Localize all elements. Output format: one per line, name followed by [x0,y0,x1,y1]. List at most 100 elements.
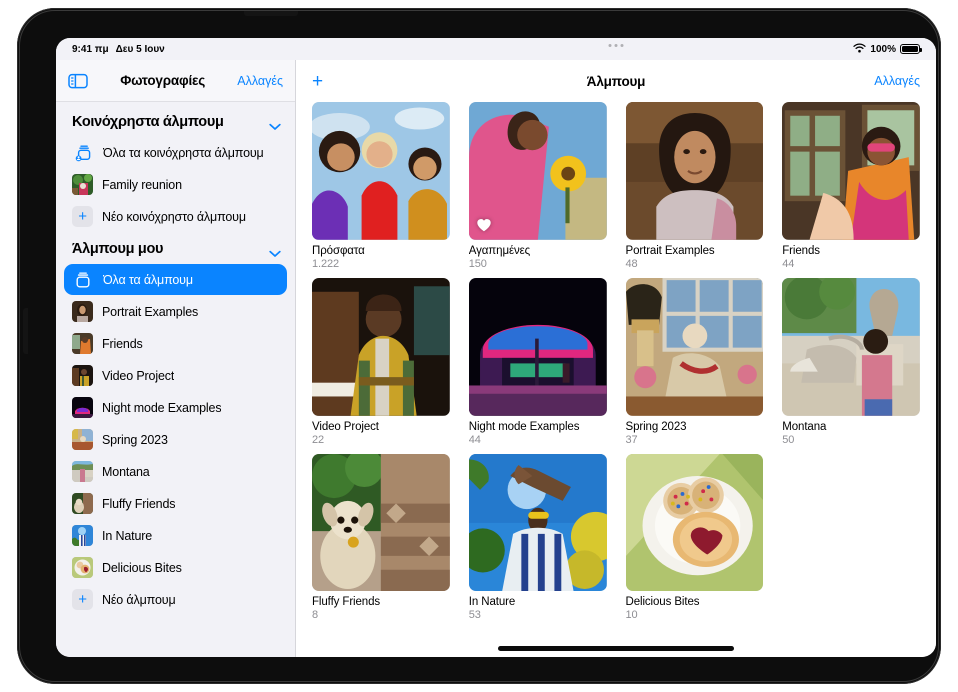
shared-albums-icon [72,143,94,163]
album-thumbnail [72,525,93,546]
album-thumbnail [72,365,93,386]
sidebar-item-label: Νέο άλμπουμ [102,592,176,607]
album-card-portrait-examples[interactable]: Portrait Examples 48 [625,102,764,270]
album-card-favorites[interactable]: Αγαπημένες 150 [468,102,607,270]
album-card-night-mode-examples[interactable]: Night mode Examples 44 [468,277,607,446]
sidebar-item-delicious-bites[interactable]: Delicious Bites [64,552,287,583]
battery-full-icon [900,44,922,54]
album-count: 22 [312,433,325,446]
wifi-icon [853,42,867,56]
album-count: 44 [468,433,481,446]
sidebar-item-label: In Nature [102,528,153,543]
add-album-button[interactable]: + [312,72,323,91]
sidebar-item-new-album[interactable]: + Νέο άλμπουμ [64,584,287,615]
album-cover-image[interactable] [468,453,607,592]
albums-stack-icon [72,270,94,290]
sidebar-item-in-nature[interactable]: In Nature [64,520,287,551]
ipad-screen: 9:41 πμ Δευ 5 Ιουν 100% Φωτογραφίες Αλλα… [56,38,936,657]
album-count: 37 [625,433,638,446]
album-thumbnail [72,333,93,354]
album-card-friends[interactable]: Friends 44 [782,102,920,270]
album-cover-image[interactable] [312,102,450,240]
album-cover-image[interactable] [468,102,607,240]
album-count: 50 [782,433,795,446]
home-indicator[interactable] [498,646,734,651]
sidebar-scroll-area[interactable]: Κοινόχρηστα άλμπουμ Όλα τα κοινόχρηστα ά… [56,102,295,657]
album-grid-scroll-area[interactable]: Πρόσφατα 1.222 Αγαπημένες 150 Portrait E… [296,102,936,657]
main-toolbar: + Άλμπουμ Αλλαγές [296,44,936,102]
sidebar-item-label: Friends [102,336,143,351]
album-cover-image[interactable] [625,102,764,240]
sidebar-item-label: Night mode Examples [102,400,222,415]
section-title: Κοινόχρηστα άλμπουμ [72,114,224,130]
album-count: 8 [312,609,319,622]
album-thumbnail [72,557,93,578]
main-content: + Άλμπουμ Αλλαγές Πρόσφατα 1.222 Αγαπημέ… [296,44,936,657]
album-thumbnail [72,174,93,195]
album-grid: Πρόσφατα 1.222 Αγαπημένες 150 Portrait E… [312,102,920,621]
album-card-montana[interactable]: Montana 50 [782,277,920,446]
album-cover-image[interactable] [782,277,920,416]
status-bar-left: 9:41 πμ Δευ 5 Ιουν [72,44,165,55]
album-title: Montana [782,420,827,433]
chevron-down-icon[interactable] [269,245,281,257]
album-card-spring-2023[interactable]: Spring 2023 37 [625,277,764,446]
battery-percent-label: 100% [870,43,896,55]
status-date: Δευ 5 Ιουν [115,43,165,55]
sidebar-item-portrait-examples[interactable]: Portrait Examples [64,296,287,327]
favorite-heart-icon [476,217,492,233]
chevron-down-icon[interactable] [269,118,281,130]
sidebar-item-new-shared-album[interactable]: + Νέο κοινόχρηστο άλμπουμ [64,201,287,232]
album-card-fluffy-friends[interactable]: Fluffy Friends 8 [312,453,450,622]
sidebar-item-montana[interactable]: Montana [64,456,287,487]
section-header-shared-albums[interactable]: Κοινόχρηστα άλμπουμ [56,106,295,136]
sidebar-toggle-icon[interactable] [68,73,88,89]
album-cover-image[interactable] [312,277,450,416]
album-count: 48 [625,257,638,270]
power-button[interactable] [244,11,298,16]
sidebar-item-label: Family reunion [102,177,182,192]
album-count: 53 [468,609,481,622]
sidebar-item-all-albums[interactable]: Όλα τα άλμπουμ [64,264,287,295]
album-card-recents[interactable]: Πρόσφατα 1.222 [312,102,450,270]
multitasking-control[interactable] [608,44,624,47]
album-thumbnail [72,397,93,418]
sidebar-item-all-shared-albums[interactable]: Όλα τα κοινόχρηστα άλμπουμ [64,137,287,168]
album-title: In Nature [468,596,516,609]
sidebar-item-label: Spring 2023 [102,432,168,447]
album-cover-image[interactable] [312,453,450,592]
status-time: 9:41 πμ [72,43,109,55]
sidebar-title: Φωτογραφίες [120,73,206,88]
album-cover-image[interactable] [625,277,764,416]
album-title: Αγαπημένες [468,244,531,257]
album-card-in-nature[interactable]: In Nature 53 [468,453,607,622]
album-title: Video Project [312,420,379,433]
sidebar-item-friends[interactable]: Friends [64,328,287,359]
ipad-device-frame: 9:41 πμ Δευ 5 Ιουν 100% Φωτογραφίες Αλλα… [17,8,941,684]
album-card-delicious-bites[interactable]: Delicious Bites 10 [625,453,764,621]
photos-app-body: Φωτογραφίες Αλλαγές Κοινόχρηστα άλμπουμ [56,44,936,657]
sidebar-item-video-project[interactable]: Video Project [64,360,287,391]
album-title: Portrait Examples [625,244,715,257]
main-edit-button[interactable]: Αλλαγές [874,74,920,88]
album-thumbnail [72,493,93,514]
sidebar-item-night-mode-examples[interactable]: Night mode Examples [64,392,287,423]
album-cover-image[interactable] [625,453,764,592]
album-thumbnail [72,301,93,322]
album-cover-image[interactable] [782,102,920,240]
section-header-my-albums[interactable]: Άλμπουμ μου [56,233,295,263]
sidebar-item-label: Νέο κοινόχρηστο άλμπουμ [102,209,246,224]
sidebar-item-spring-2023[interactable]: Spring 2023 [64,424,287,455]
album-card-video-project[interactable]: Video Project 22 [312,277,450,446]
plus-icon: + [72,206,93,227]
album-title: Night mode Examples [468,420,580,433]
sidebar-edit-button[interactable]: Αλλαγές [237,74,283,88]
album-cover-image[interactable] [468,277,607,416]
page-title: Άλμπουμ [586,73,646,89]
volume-button[interactable] [23,308,28,354]
album-count: 1.222 [312,257,340,270]
sidebar-item-fluffy-friends[interactable]: Fluffy Friends [64,488,287,519]
sidebar-item-family-reunion[interactable]: Family reunion [64,169,287,200]
album-thumbnail [72,429,93,450]
sidebar-item-label: Όλα τα κοινόχρηστα άλμπουμ [103,145,264,160]
